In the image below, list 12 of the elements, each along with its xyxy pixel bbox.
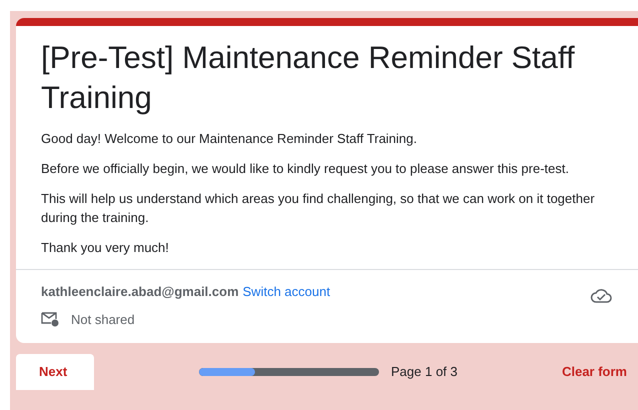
description-paragraph: Before we officially begin, we would like to kindly request you to please answer this pre-test. [41, 160, 570, 178]
clear-form-button[interactable]: Clear form [562, 362, 627, 382]
sharing-status: Not shared [71, 310, 135, 328]
description-paragraph: Good day! Welcome to our Maintenance Reminder Staff Training. [41, 130, 418, 148]
cloud-check-icon [590, 288, 612, 304]
switch-account-link[interactable]: Switch account [242, 282, 330, 302]
form-title: [Pre-Test] Maintenance Reminder Staff Training [41, 39, 576, 117]
account-email: kathleenclaire.abad@gmail.com [41, 283, 239, 301]
description-paragraph: Thank you very much! [41, 239, 170, 257]
page-indicator: Page 1 of 3 [391, 363, 458, 382]
description-paragraph: This will help us understand which areas you find challenging, so that we can work on it together during the training. [41, 190, 596, 227]
next-button[interactable]: Next [16, 354, 94, 390]
